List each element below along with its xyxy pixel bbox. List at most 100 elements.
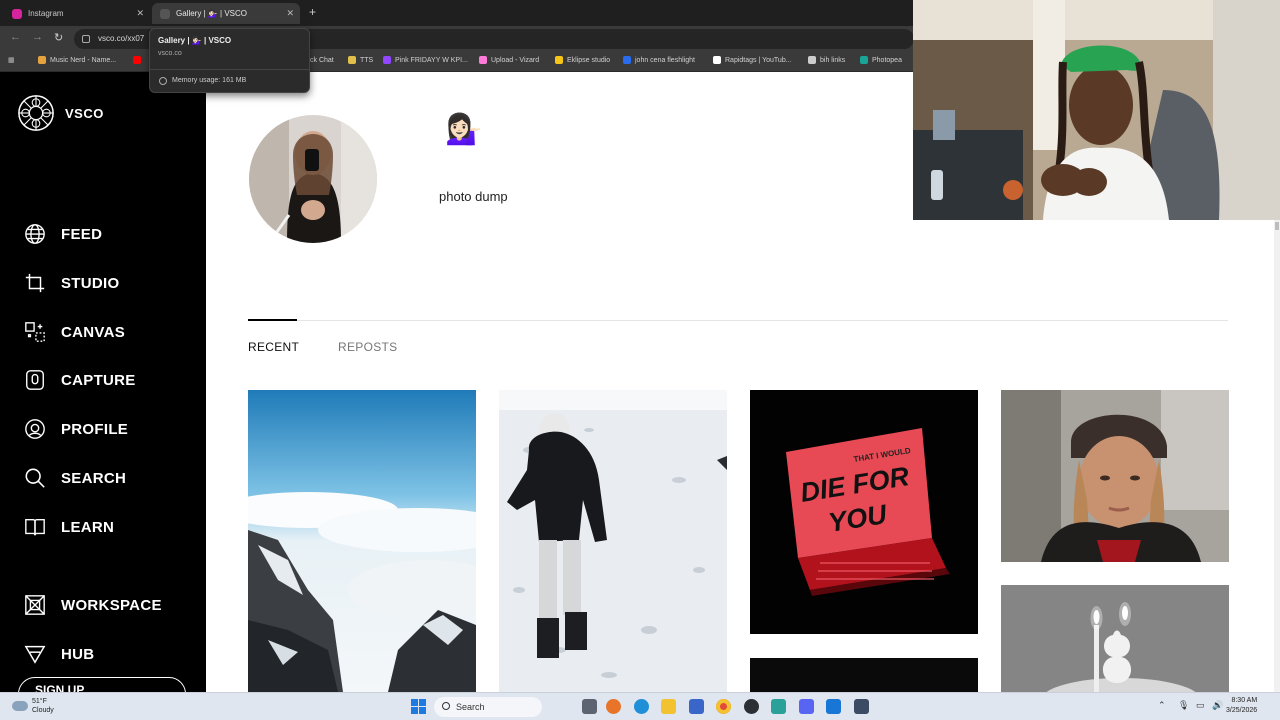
bookmark-icon	[348, 56, 356, 64]
bookmark-label: TTS	[360, 56, 374, 64]
back-icon[interactable]: ←	[10, 31, 21, 43]
app-icon[interactable]	[771, 699, 786, 714]
bookmark-item[interactable]: Pink FRIDAYY W KPI...	[383, 56, 468, 64]
tab-recent[interactable]: RECENT	[248, 340, 299, 354]
bookmark-label: Upload - Vizard	[491, 56, 540, 64]
site-info-icon[interactable]	[82, 35, 90, 43]
sidebar-item-label: CANVAS	[61, 323, 126, 341]
page-scrollbar[interactable]	[1274, 220, 1280, 692]
scrollbar-thumb[interactable]	[1275, 222, 1279, 230]
tab-reposts[interactable]: REPOSTS	[338, 340, 397, 354]
chevron-up-icon[interactable]: ⌃	[1158, 700, 1166, 711]
close-icon[interactable]: ✕	[136, 8, 144, 19]
bookmark-item[interactable]: Rapidtags | YouTub...	[713, 56, 792, 64]
crop-icon	[25, 273, 45, 293]
tab-vsco-gallery[interactable]: Gallery | 💁🏻‍♀️ | VSCO ✕	[152, 3, 300, 24]
new-tab-icon[interactable]: +	[309, 5, 316, 19]
profile-emoji: 💁🏻‍♀️	[445, 113, 483, 146]
cloud-icon	[12, 701, 28, 711]
birthday-candle-photo[interactable]	[1001, 585, 1229, 692]
sidebar-item-label: FEED	[61, 225, 103, 243]
bookmark-item[interactable]: Music Nerd - Name...	[38, 56, 116, 64]
screen: Instagram ✕ Gallery | 💁🏻‍♀️ | VSCO ✕ + ←…	[0, 0, 1280, 720]
sidebar-item-workspace[interactable]: WORKSPACE	[24, 594, 162, 616]
sidebar-item-learn[interactable]: LEARN	[24, 516, 114, 538]
die-for-you-laptop-photo[interactable]: THAT I WOULD DIE FOR YOU	[750, 390, 978, 634]
microphone-icon[interactable]: 🎙	[1178, 700, 1189, 711]
store-icon[interactable]	[689, 699, 704, 714]
camera-icon	[26, 370, 44, 390]
sidebar-item-capture[interactable]: CAPTURE	[24, 369, 136, 391]
taskbar-search[interactable]: Search	[434, 697, 542, 717]
taskbar-search-label: Search	[456, 702, 485, 712]
bookmark-label: bih links	[820, 56, 846, 64]
mountain-clouds-photo[interactable]	[248, 390, 476, 692]
bookmark-item[interactable]: Eklipse studio	[555, 56, 610, 64]
sidebar-item-canvas[interactable]: CANVAS	[24, 321, 125, 343]
memory-icon	[159, 77, 167, 85]
file-explorer-icon[interactable]	[661, 699, 676, 714]
vsco-sidebar: VSCO FEED STUDIO CANVAS CAPTURE PROFILE …	[0, 72, 206, 692]
bookmark-label: ck Chat	[310, 56, 334, 64]
hover-card-title: Gallery | 💁🏻‍♀️ | VSCO	[158, 36, 232, 45]
bookmark-icon	[623, 56, 631, 64]
tab-instagram[interactable]: Instagram ✕	[4, 3, 150, 24]
bookmark-label: Music Nerd - Name...	[50, 56, 117, 64]
apps-icon[interactable]: ▦	[8, 56, 15, 64]
bookmark-label: Photopea	[872, 56, 902, 64]
obs-icon[interactable]	[744, 699, 759, 714]
clock-date: 3/25/2026	[1226, 707, 1258, 714]
clock-time: 8:30 AM	[1231, 697, 1258, 704]
youtube-icon	[133, 56, 141, 64]
bookmark-item[interactable]: Upload - Vizard	[479, 56, 539, 64]
bookmark-icon	[860, 56, 868, 64]
bookmark-item[interactable]: Photopea	[860, 56, 902, 64]
url-text: vsco.co/xx07	[98, 34, 145, 43]
bookmark-label: Pink FRIDAYY W KPI...	[395, 56, 468, 64]
weather-widget[interactable]: 51°F Cloudy	[12, 697, 54, 715]
sidebar-item-studio[interactable]: STUDIO	[24, 272, 119, 294]
search-icon	[25, 468, 45, 488]
tabs-divider	[248, 320, 1228, 321]
search-icon	[442, 702, 450, 710]
task-view-icon[interactable]	[582, 699, 597, 714]
bookmark-item[interactable]: john cena fleshlight	[623, 56, 695, 64]
sidebar-item-search[interactable]: SEARCH	[24, 467, 126, 489]
canvas-icon	[25, 322, 45, 342]
avatar[interactable]	[249, 115, 377, 243]
sidebar-item-hub[interactable]: HUB	[24, 643, 94, 665]
system-clock[interactable]: 8:30 AM 3/25/2026	[1226, 696, 1257, 716]
profile-icon	[25, 419, 45, 439]
chrome-icon[interactable]	[716, 699, 731, 714]
divider	[150, 69, 309, 70]
vsco-logo-icon[interactable]	[17, 94, 55, 132]
forward-icon[interactable]: →	[32, 31, 43, 43]
network-icon[interactable]: ▭	[1196, 700, 1205, 711]
sidebar-item-label: SEARCH	[61, 469, 127, 487]
youtube-bookmark-icon[interactable]	[133, 56, 145, 64]
windows-start-icon[interactable]	[411, 699, 426, 714]
tab-title: Instagram	[28, 9, 64, 18]
selfie-beanie-photo[interactable]	[1001, 390, 1229, 562]
reload-icon[interactable]: ↻	[54, 31, 63, 44]
webcam-overlay	[913, 0, 1280, 220]
discord-icon[interactable]	[799, 699, 814, 714]
bookmark-item[interactable]: bih links	[808, 56, 845, 64]
bookmark-icon	[38, 56, 46, 64]
sidebar-item-feed[interactable]: FEED	[24, 223, 102, 245]
weather-desc: Cloudy	[32, 707, 54, 714]
bookmark-label: Eklipse studio	[567, 56, 611, 64]
volume-icon[interactable]: 🔊	[1212, 700, 1223, 711]
bookmark-item[interactable]: TTS	[348, 56, 373, 64]
windows-taskbar: 51°F Cloudy Search ⌃ 🎙 ▭ 🔊 8:30 AM 3/25/…	[0, 692, 1280, 720]
app-icon[interactable]	[826, 699, 841, 714]
copilot-icon[interactable]	[606, 699, 621, 714]
app-icon[interactable]	[854, 699, 869, 714]
sidebar-item-profile[interactable]: PROFILE	[24, 418, 128, 440]
edge-icon[interactable]	[634, 699, 649, 714]
close-icon[interactable]: ✕	[286, 8, 294, 19]
snow-walker-photo[interactable]	[499, 390, 727, 692]
bookmark-icon	[479, 56, 487, 64]
sign-up-button[interactable]: SIGN UP	[18, 677, 186, 692]
dark-photo[interactable]	[750, 658, 978, 692]
